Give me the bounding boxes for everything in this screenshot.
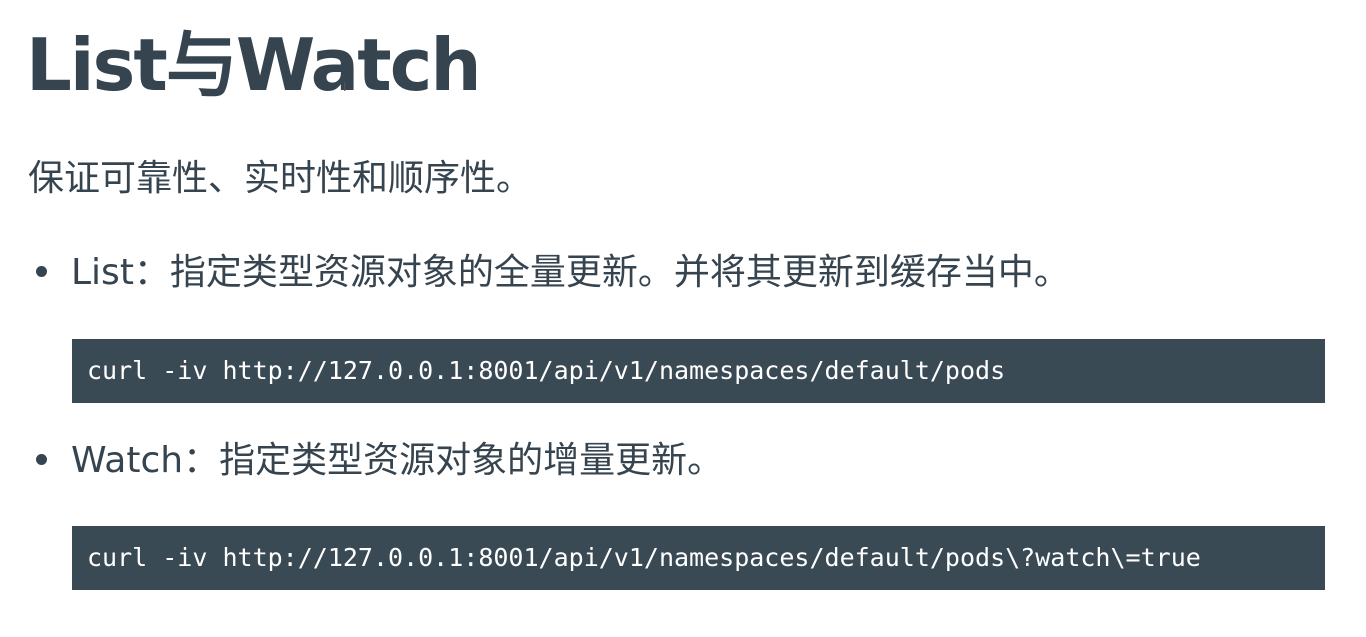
code-block-list: curl -iv http://127.0.0.1:8001/api/v1/na… xyxy=(72,339,1325,403)
bullet-item-list: List：指定类型资源对象的全量更新。并将其更新到缓存当中。 xyxy=(36,248,1070,298)
intro-text: 保证可靠性、实时性和顺序性。 xyxy=(28,158,533,199)
text-cursor-icon: I xyxy=(343,80,347,94)
bullet-dot-icon xyxy=(36,453,47,465)
bullet-label-watch: Watch：指定类型资源对象的增量更新。 xyxy=(71,440,724,481)
code-block-watch: curl -iv http://127.0.0.1:8001/api/v1/na… xyxy=(72,526,1325,590)
bullet-label-list: List：指定类型资源对象的全量更新。并将其更新到缓存当中。 xyxy=(71,252,1070,293)
bullet-dot-icon xyxy=(36,265,47,277)
page-title: List与Watch xyxy=(26,23,482,107)
bullet-item-watch: Watch：指定类型资源对象的增量更新。 xyxy=(36,436,723,486)
slide: List与Watch I 保证可靠性、实时性和顺序性。 List：指定类型资源对… xyxy=(0,0,1366,637)
